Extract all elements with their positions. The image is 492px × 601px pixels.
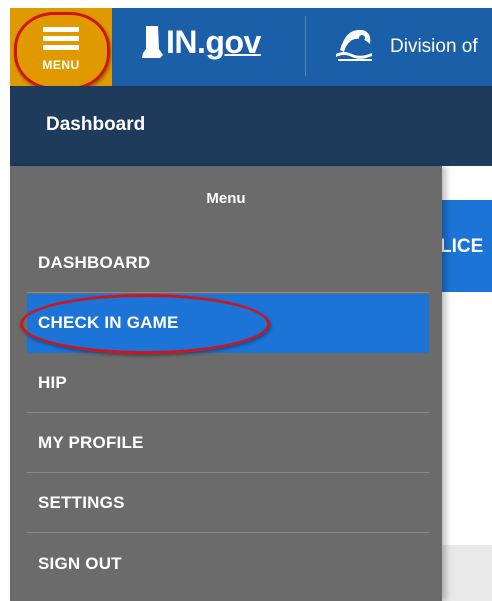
license-banner-text: LICE bbox=[440, 236, 484, 257]
menu-item-settings[interactable]: SETTINGS bbox=[27, 474, 429, 533]
menu-item-sign-out[interactable]: SIGN OUT bbox=[27, 534, 429, 593]
menu-item-dashboard[interactable]: DASHBOARD bbox=[27, 234, 429, 293]
menu-item-my-profile[interactable]: MY PROFILE bbox=[27, 414, 429, 473]
menu-item-hip[interactable]: HIP bbox=[27, 354, 429, 413]
division-title: Division of bbox=[390, 36, 478, 57]
menu-button[interactable]: MENU bbox=[10, 8, 112, 86]
ingov-logo[interactable]: IN.gov bbox=[140, 22, 261, 62]
menu-heading: Menu bbox=[206, 190, 246, 207]
hamburger-icon bbox=[43, 23, 79, 54]
page-title: Dashboard bbox=[46, 114, 146, 135]
menu-item-check-in-game[interactable]: CHECK IN GAME bbox=[27, 294, 429, 353]
indiana-state-icon bbox=[142, 26, 163, 58]
ingov-logo-text: IN.gov bbox=[166, 24, 261, 60]
menu-button-label: MENU bbox=[42, 57, 80, 72]
dnr-logo-icon bbox=[336, 29, 372, 61]
header-divider bbox=[305, 16, 306, 76]
